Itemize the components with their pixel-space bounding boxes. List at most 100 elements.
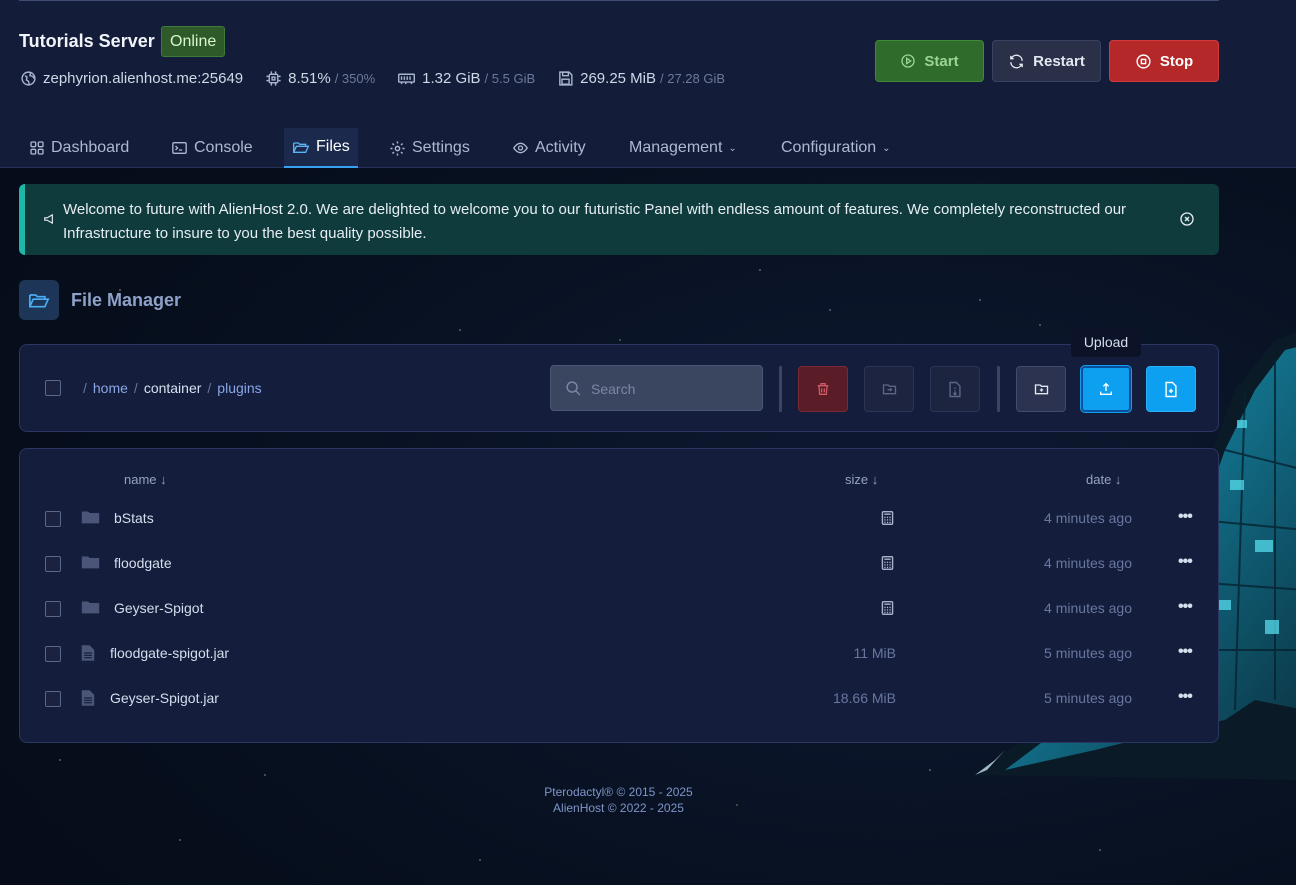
- folder-icon: [81, 556, 100, 569]
- file-toolbar: / home / container / plugins: [19, 344, 1219, 432]
- file-list: name ↓ size ↓ date ↓ bStats 4 minutes ag…: [19, 448, 1219, 743]
- breadcrumb-plugins[interactable]: plugins: [217, 380, 261, 396]
- more-options-icon[interactable]: •••: [1178, 553, 1193, 571]
- tab-settings[interactable]: Settings: [389, 128, 470, 168]
- toolbar-divider: [779, 366, 782, 412]
- terminal-icon: [172, 142, 187, 154]
- footer-alienhost[interactable]: AlienHost © 2022 - 2025: [0, 800, 1237, 816]
- folder-icon: [81, 511, 100, 524]
- upload-tooltip: Upload: [1071, 327, 1141, 357]
- tab-files[interactable]: Files: [284, 128, 358, 168]
- archive-button[interactable]: [930, 366, 980, 412]
- sort-name-header[interactable]: name ↓: [124, 472, 167, 487]
- disk-stat: 269.25 MiB / 27.28 GiB: [557, 70, 725, 87]
- move-button[interactable]: [864, 366, 914, 412]
- file-name[interactable]: Geyser-Spigot.jar: [110, 690, 219, 706]
- memory-limit: / 5.5 GiB: [484, 71, 536, 86]
- megaphone-icon: [44, 213, 53, 225]
- file-row[interactable]: Geyser-Spigot 4 minutes ago •••: [20, 587, 1218, 632]
- column-label: name: [124, 472, 157, 487]
- grid-icon: [30, 141, 44, 155]
- save-disk-icon: [559, 71, 573, 86]
- memory-value: 1.32 GiB: [422, 70, 481, 87]
- tab-label: Dashboard: [51, 139, 130, 156]
- sort-size-header[interactable]: size ↓: [845, 472, 878, 487]
- globe-icon: [21, 71, 36, 86]
- start-label: Start: [924, 52, 959, 70]
- stop-button[interactable]: Stop: [1109, 40, 1219, 82]
- file-date: 4 minutes ago: [1044, 510, 1132, 526]
- server-address[interactable]: zephyrion.alienhost.me:25649: [43, 70, 243, 87]
- footer: Pterodactyl® © 2015 - 2025 AlienHost © 2…: [0, 784, 1237, 816]
- new-folder-button[interactable]: [1016, 366, 1066, 412]
- file-row[interactable]: bStats 4 minutes ago •••: [20, 497, 1218, 542]
- file-name[interactable]: floodgate-spigot.jar: [110, 645, 229, 661]
- tab-console[interactable]: Console: [171, 128, 253, 168]
- toolbar-divider: [997, 366, 1000, 412]
- move-icon: [882, 384, 896, 395]
- stop-circle-icon: [1136, 53, 1151, 69]
- memory-stat: 1.32 GiB / 5.5 GiB: [397, 70, 535, 87]
- chevron-down-icon: ⌄: [882, 142, 891, 154]
- file-row[interactable]: Geyser-Spigot.jar 18.66 MiB 5 minutes ag…: [20, 677, 1218, 722]
- file-row[interactable]: floodgate-spigot.jar 11 MiB 5 minutes ag…: [20, 632, 1218, 677]
- disk-value: 269.25 MiB: [580, 70, 657, 87]
- row-checkbox[interactable]: [45, 691, 61, 707]
- refresh-icon: [1010, 54, 1024, 68]
- more-options-icon[interactable]: •••: [1178, 598, 1193, 616]
- tab-management[interactable]: Management ⌄: [629, 128, 737, 168]
- archive-file-icon: [949, 381, 961, 397]
- file-date: 5 minutes ago: [1044, 690, 1132, 706]
- calculator-icon[interactable]: [881, 511, 894, 525]
- footer-pterodactyl[interactable]: Pterodactyl® © 2015 - 2025: [0, 784, 1237, 800]
- restart-label: Restart: [1033, 52, 1085, 70]
- cpu-stat: 8.51% / 350%: [265, 70, 375, 87]
- tab-activity[interactable]: Activity: [512, 128, 586, 168]
- file-icon: [81, 690, 95, 706]
- select-all-checkbox[interactable]: [45, 380, 61, 396]
- row-checkbox[interactable]: [45, 646, 61, 662]
- file-name[interactable]: Geyser-Spigot: [114, 600, 203, 616]
- tab-dashboard[interactable]: Dashboard: [29, 128, 129, 168]
- column-label: size: [845, 472, 869, 487]
- more-options-icon[interactable]: •••: [1178, 508, 1193, 526]
- folder-open-icon: [28, 294, 50, 308]
- disk-limit: / 27.28 GiB: [660, 71, 726, 86]
- address-stat: zephyrion.alienhost.me:25649: [20, 70, 243, 87]
- cpu-limit: / 350%: [334, 71, 376, 86]
- file-row[interactable]: floodgate 4 minutes ago •••: [20, 542, 1218, 587]
- search-input[interactable]: [591, 378, 751, 400]
- breadcrumb-home[interactable]: home: [93, 380, 128, 396]
- sort-date-header[interactable]: date ↓: [1086, 472, 1121, 487]
- more-options-icon[interactable]: •••: [1178, 688, 1193, 706]
- memory-icon: [398, 73, 416, 85]
- file-name[interactable]: floodgate: [114, 555, 172, 571]
- start-button[interactable]: Start: [875, 40, 984, 82]
- tab-label: Console: [194, 139, 253, 156]
- stop-label: Stop: [1159, 52, 1194, 70]
- row-checkbox[interactable]: [45, 511, 61, 527]
- alert-text: Welcome to future with AlienHost 2.0. We…: [63, 201, 1127, 242]
- upload-button[interactable]: [1081, 366, 1131, 412]
- calculator-icon[interactable]: [881, 601, 894, 615]
- server-header: Tutorials Server Online zephyrion.alienh…: [0, 0, 1296, 168]
- new-file-button[interactable]: [1146, 366, 1196, 412]
- breadcrumb: / home / container / plugins: [83, 380, 262, 396]
- row-checkbox[interactable]: [45, 601, 61, 617]
- more-options-icon[interactable]: •••: [1178, 643, 1193, 661]
- gear-icon: [390, 140, 405, 156]
- row-checkbox[interactable]: [45, 556, 61, 572]
- tab-label: Management: [629, 139, 723, 156]
- close-icon[interactable]: [1179, 211, 1195, 227]
- chevron-down-icon: ⌄: [728, 142, 737, 154]
- play-circle-icon: [901, 54, 916, 68]
- file-icon: [81, 645, 95, 661]
- tab-configuration[interactable]: Configuration ⌄: [781, 128, 891, 168]
- breadcrumb-container[interactable]: container: [144, 380, 202, 396]
- file-manager-icon-box: [19, 280, 59, 320]
- calculator-icon[interactable]: [881, 556, 894, 570]
- server-title: Tutorials Server: [19, 31, 155, 51]
- file-name[interactable]: bStats: [114, 510, 154, 526]
- delete-button[interactable]: [798, 366, 848, 412]
- restart-button[interactable]: Restart: [992, 40, 1101, 82]
